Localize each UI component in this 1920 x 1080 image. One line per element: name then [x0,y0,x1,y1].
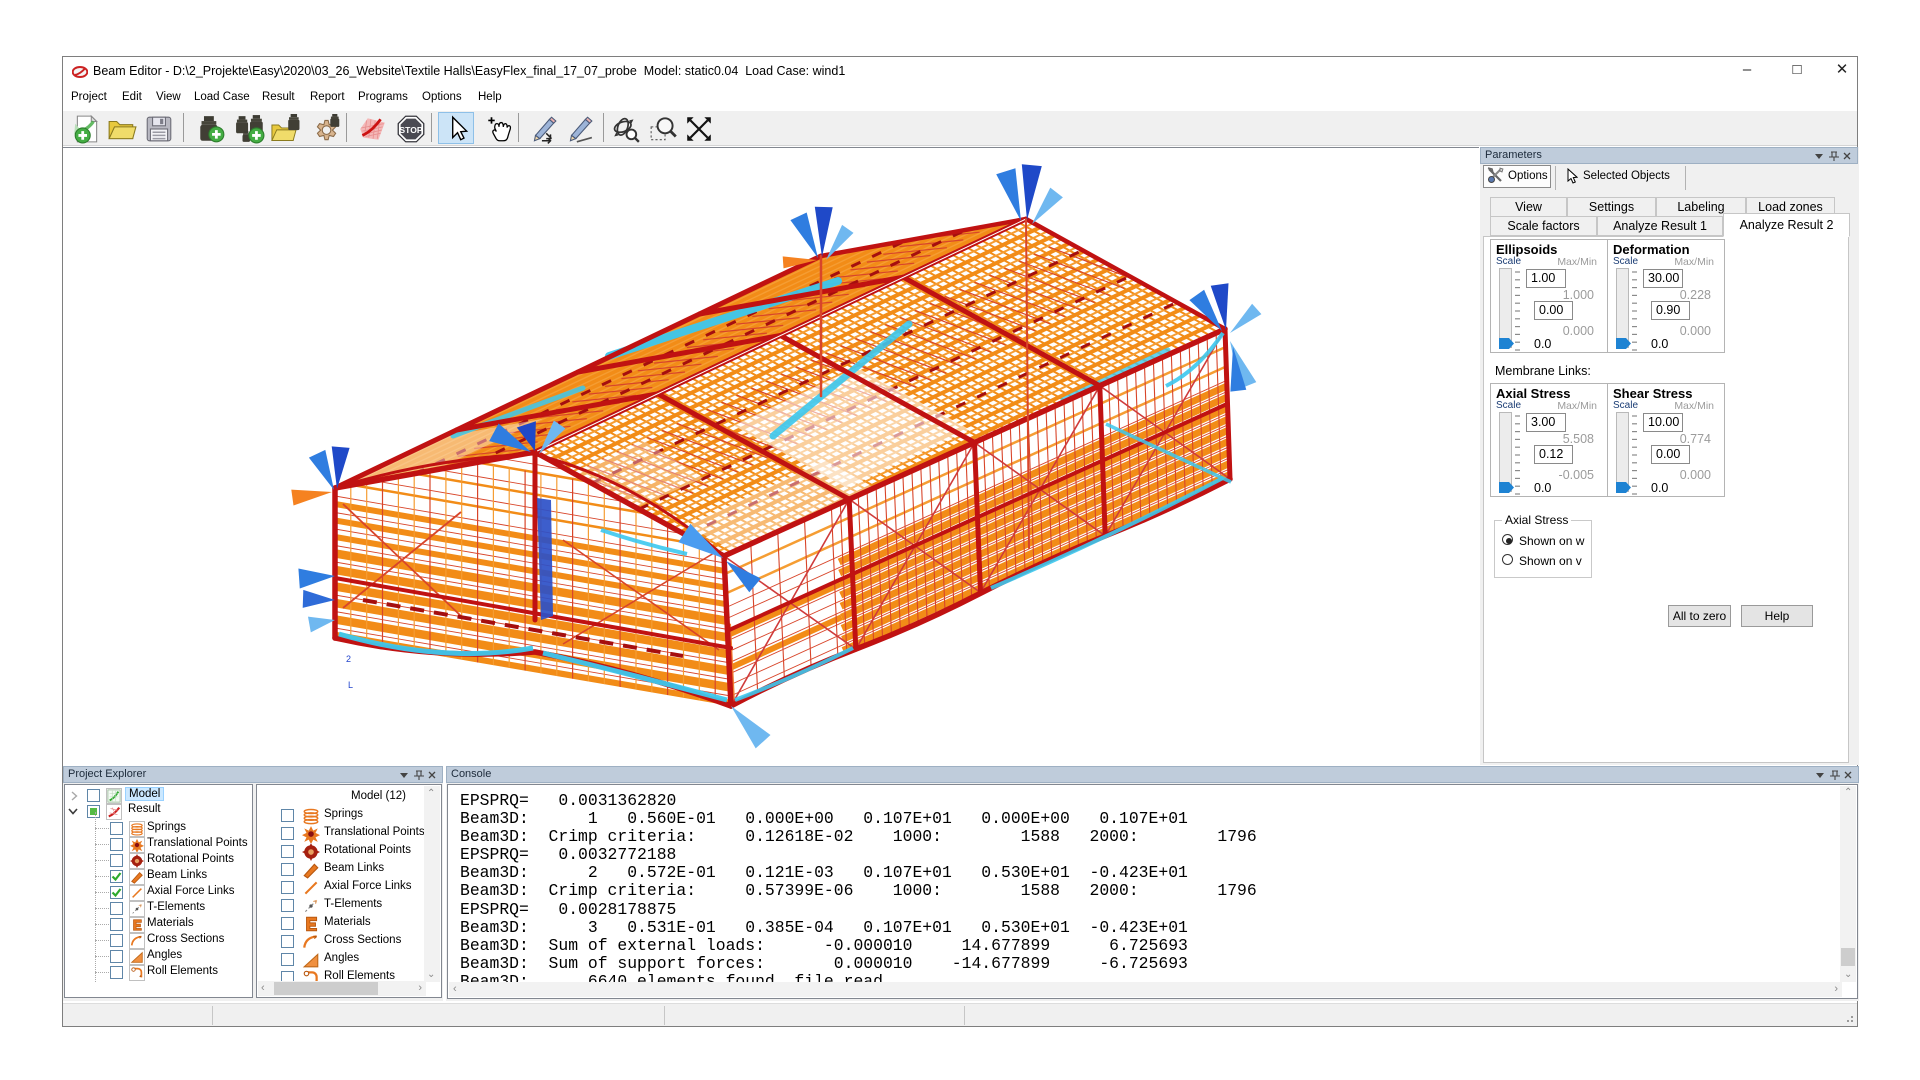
svg-text:STOP: STOP [399,125,422,135]
svg-text:L: L [348,680,353,690]
svg-text:2: 2 [346,654,351,664]
